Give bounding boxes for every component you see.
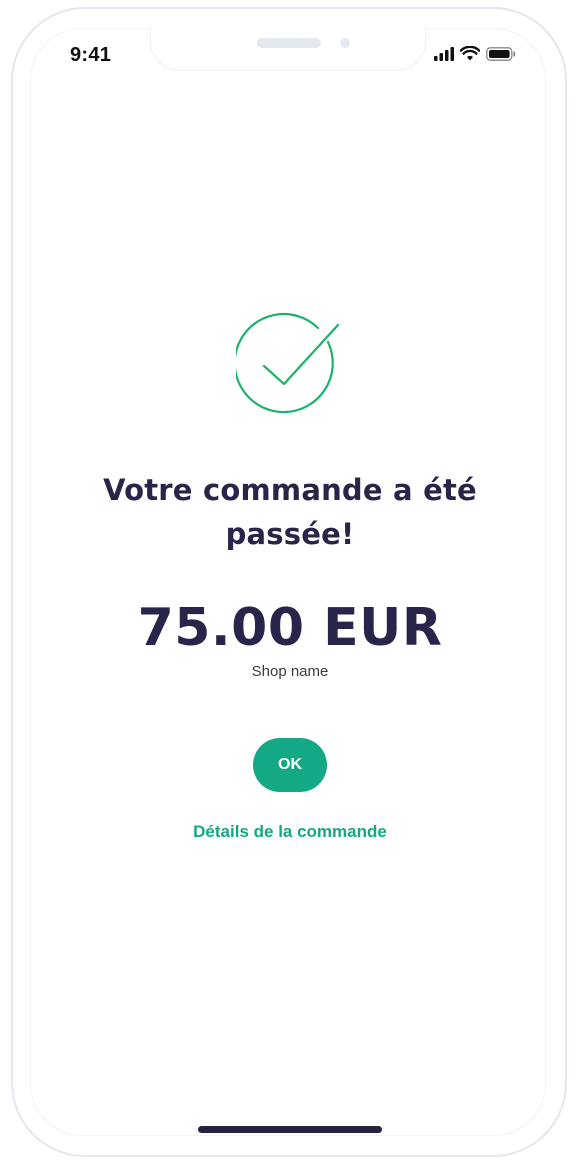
front-camera	[340, 38, 350, 48]
device-screen	[30, 28, 546, 1136]
cellular-signal-icon	[434, 46, 454, 66]
battery-icon	[486, 46, 516, 66]
device-notch	[150, 27, 426, 71]
confirmation-title: Votre commande a été passée!	[103, 473, 477, 551]
speaker-grille	[257, 38, 321, 48]
home-indicator[interactable]	[198, 1126, 382, 1133]
order-details-link[interactable]: Détails de la commande	[90, 820, 490, 844]
app-screen: 9:41 Votre commande a été passée! 75.00 …	[0, 0, 576, 1164]
status-time: 9:41	[70, 44, 112, 66]
ok-button[interactable]: OK	[253, 738, 327, 792]
order-amount: 75.00 EUR	[137, 598, 443, 658]
wifi-icon	[459, 45, 481, 66]
status-icons	[434, 45, 516, 66]
shop-name: Shop name	[251, 663, 329, 680]
check-circle-icon	[233, 312, 344, 420]
